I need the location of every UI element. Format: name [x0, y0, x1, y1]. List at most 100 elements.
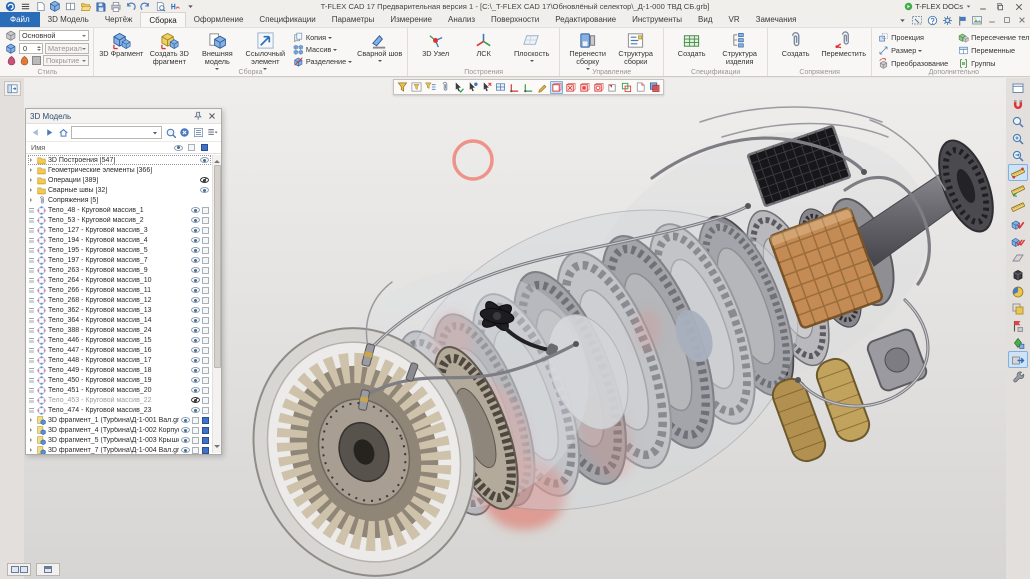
- ribbon-small-button[interactable]: Преобразование: [876, 58, 950, 69]
- filter-list-icon[interactable]: [424, 81, 437, 94]
- panel-header[interactable]: 3D Модель: [26, 109, 221, 124]
- assembly-filter-icon[interactable]: [648, 81, 661, 94]
- visibility-eye-icon[interactable]: [181, 427, 190, 433]
- ribbon-small-button[interactable]: Размер: [876, 45, 950, 56]
- body-cube-icon[interactable]: [202, 397, 209, 404]
- ribbon-small-button[interactable]: Пересечение тел: [956, 32, 1030, 43]
- visibility-eye-icon[interactable]: [191, 317, 200, 323]
- workplane-icon[interactable]: [1008, 249, 1028, 266]
- fragment-column-icon[interactable]: [201, 144, 208, 151]
- ribbon-tab[interactable]: Измерение: [382, 12, 440, 27]
- tflex-docs-button[interactable]: T-FLEX DOCs: [904, 2, 972, 11]
- panel-scrollbar[interactable]: [212, 155, 221, 453]
- body-cube-icon[interactable]: [202, 377, 209, 384]
- home-icon[interactable]: [57, 127, 69, 139]
- body-cube-icon[interactable]: [202, 237, 209, 244]
- expand-icon[interactable]: [28, 358, 35, 363]
- visibility-eye-icon[interactable]: [191, 387, 200, 393]
- tree-item[interactable]: Тело_446 - Круговой массив_15: [28, 335, 211, 345]
- 3d-viewport[interactable]: 3D Модель Имя: [24, 78, 1006, 579]
- split-horizontal-icon[interactable]: [36, 563, 60, 576]
- expand-icon[interactable]: [28, 238, 35, 243]
- expand-icon[interactable]: [28, 268, 35, 273]
- forward-icon[interactable]: [43, 127, 55, 139]
- panel-toggle-icon[interactable]: [4, 81, 21, 96]
- material-icon[interactable]: [1008, 334, 1028, 351]
- expand-icon[interactable]: [28, 348, 35, 353]
- ribbon-collapse-icon[interactable]: [896, 14, 908, 26]
- body-cube-icon[interactable]: [202, 207, 209, 214]
- check-assembly-icon[interactable]: [1008, 232, 1028, 249]
- annotation-flag-icon[interactable]: [1008, 317, 1028, 334]
- expand-icon[interactable]: [28, 218, 35, 223]
- ribbon-tab[interactable]: Вид: [690, 12, 720, 27]
- measure-angle-icon[interactable]: [1008, 181, 1028, 198]
- visibility-eye-icon[interactable]: [181, 447, 190, 453]
- ribbon-button[interactable]: Создать: [772, 30, 819, 66]
- clear-search-icon[interactable]: [178, 127, 190, 139]
- visibility-eye-icon[interactable]: [191, 257, 200, 263]
- app-logo-icon[interactable]: [4, 1, 16, 12]
- sheet-filter-icon[interactable]: [634, 81, 647, 94]
- new-3d-document-icon[interactable]: [49, 1, 61, 12]
- scheme-select[interactable]: Основной: [19, 30, 89, 41]
- ribbon-tab[interactable]: Инструменты: [624, 12, 690, 27]
- body-exclude-icon[interactable]: [564, 81, 577, 94]
- expand-icon[interactable]: [28, 398, 35, 403]
- wcs-red-icon[interactable]: [508, 81, 521, 94]
- minimize-button[interactable]: [976, 1, 990, 12]
- tree-item[interactable]: Сопряжения [5]: [28, 195, 211, 205]
- customize-wrench-icon[interactable]: [1008, 368, 1028, 385]
- mixed-filter-icon[interactable]: [620, 81, 633, 94]
- ribbon-tab[interactable]: VR: [721, 12, 748, 27]
- select-point-icon[interactable]: [466, 81, 479, 94]
- undo-icon[interactable]: [124, 1, 136, 12]
- view-list-icon[interactable]: [192, 127, 204, 139]
- measure-distance-icon[interactable]: [1008, 198, 1028, 215]
- ribbon-tab[interactable]: Замечания: [748, 12, 805, 27]
- expand-icon[interactable]: [28, 318, 35, 323]
- visibility-eye-icon[interactable]: [191, 347, 200, 353]
- menu-icon[interactable]: [19, 1, 31, 12]
- tree-item[interactable]: Тело_451 - Круговой массив_20: [28, 385, 211, 395]
- visibility-eye-icon[interactable]: [181, 417, 190, 423]
- check-body-icon[interactable]: [1008, 215, 1028, 232]
- expand-icon[interactable]: [28, 308, 35, 313]
- scroll-down-icon[interactable]: [214, 445, 220, 451]
- visibility-column-icon[interactable]: [174, 145, 183, 151]
- body-cube-icon[interactable]: [202, 407, 209, 414]
- expand-icon[interactable]: [28, 378, 35, 383]
- ribbon-button[interactable]: Сварной шов: [356, 30, 403, 66]
- ribbon-button[interactable]: Структура сборки: [612, 30, 659, 66]
- tree-item[interactable]: Тело_448 - Круговой массив_17: [28, 355, 211, 365]
- ribbon-button[interactable]: Ссылочный элемент: [242, 30, 289, 66]
- ribbon-button[interactable]: Перенести сборку: [564, 30, 611, 66]
- expand-icon[interactable]: [28, 258, 35, 263]
- tree-item[interactable]: Тело_453 - Круговой массив_22: [28, 395, 211, 405]
- coating-icon[interactable]: [19, 55, 30, 66]
- visibility-eye-icon[interactable]: [191, 407, 200, 413]
- pin-icon[interactable]: [192, 111, 203, 122]
- tree-item[interactable]: Тело_53 - Круговой массив_2: [28, 215, 211, 225]
- visibility-eye-icon[interactable]: [200, 177, 209, 183]
- body-cube-icon[interactable]: [202, 357, 209, 364]
- visibility-eye-icon[interactable]: [191, 217, 200, 223]
- body-cube-icon[interactable]: [202, 367, 209, 374]
- redo-icon[interactable]: [139, 1, 151, 12]
- print-icon[interactable]: [109, 1, 121, 12]
- ribbon-button[interactable]: Переместить: [820, 30, 867, 66]
- body-cube-icon[interactable]: [202, 387, 209, 394]
- ribbon-tab[interactable]: 3D Модель: [40, 12, 97, 27]
- body-cube-icon[interactable]: [202, 297, 209, 304]
- tree-item[interactable]: Тело_364 - Круговой массив_14: [28, 315, 211, 325]
- body-cube-icon[interactable]: [202, 247, 209, 254]
- tree-item[interactable]: Геометрические элементы [366]: [28, 165, 211, 175]
- tree-item[interactable]: Тело_266 - Круговой массив_11: [28, 285, 211, 295]
- preview-icon[interactable]: [154, 1, 166, 12]
- ribbon-small-button[interactable]: Копия: [291, 32, 354, 43]
- tree-item[interactable]: Тело_388 - Круговой массив_24: [28, 325, 211, 335]
- ribbon-tab[interactable]: Чертёж: [97, 12, 141, 27]
- body-cube-icon[interactable]: [192, 417, 199, 424]
- fit-window-icon[interactable]: [1008, 79, 1028, 96]
- material-select[interactable]: Материал: [45, 43, 89, 54]
